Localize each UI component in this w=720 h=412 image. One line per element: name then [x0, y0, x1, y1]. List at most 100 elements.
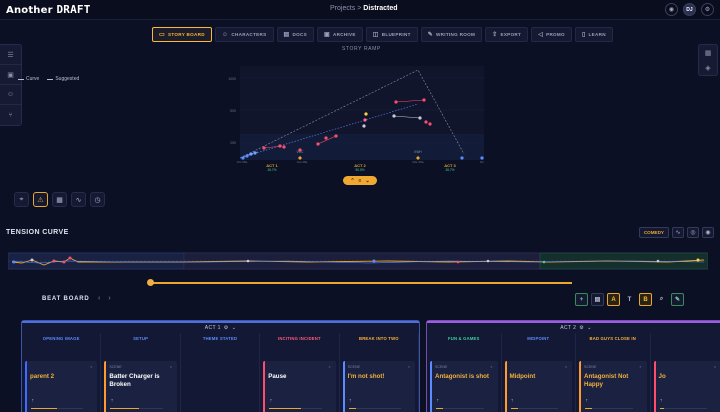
chevron-right-icon[interactable]: › — [108, 295, 110, 302]
legend-suggested[interactable]: Suggested — [47, 76, 79, 82]
branch-icon[interactable]: ⑂ — [0, 105, 21, 125]
ramp-point[interactable] — [249, 152, 253, 156]
tension-point[interactable] — [52, 259, 56, 263]
ramp-point[interactable] — [394, 100, 398, 104]
beat-column[interactable]: BREAK INTO TWO SCENE × I'm not shot! ⇡ — [340, 333, 420, 412]
close-icon[interactable]: × — [714, 365, 716, 369]
tab-export[interactable]: ⇪ EXPORT — [485, 27, 529, 42]
beat-column[interactable]: THEME STATED — [181, 333, 261, 412]
drag-handle-icon[interactable]: ⇡ — [585, 398, 588, 403]
grid-view-icon[interactable]: ▦ — [52, 192, 67, 207]
drag-handle-icon[interactable]: ⇡ — [31, 398, 34, 403]
beat-card[interactable]: × Jo ⇡ — [653, 361, 720, 412]
tension-curve-chart[interactable] — [8, 252, 708, 270]
bold-button[interactable]: B — [639, 293, 652, 306]
tab-archive[interactable]: ▣ ARCHIVE — [316, 27, 363, 42]
beat-column[interactable]: BAD GUYS CLOSE IN SCENE × Antagonist Not Ha… — [576, 333, 651, 412]
text-size-button[interactable]: A — [607, 293, 620, 306]
tab-learn[interactable]: ▯ LEARN — [574, 27, 613, 42]
close-icon[interactable]: × — [565, 365, 567, 369]
timeline-scrubber-track[interactable] — [150, 282, 572, 284]
ramp-point[interactable] — [460, 156, 464, 160]
beat-column[interactable]: FUN & GAMES SCENE × Antagonist is shot ⇡ — [427, 333, 502, 412]
ramp-point[interactable] — [262, 146, 266, 150]
list-view-icon[interactable]: ▤ — [591, 293, 604, 306]
tension-point[interactable] — [372, 259, 376, 263]
ramp-point[interactable] — [422, 98, 426, 102]
layout-icon[interactable]: ▣ — [0, 65, 21, 85]
act-1-header[interactable]: ACT 1 ⚙ ⌄ — [22, 321, 419, 333]
tension-point[interactable] — [62, 260, 66, 264]
warning-icon[interactable]: ⚠ — [33, 192, 48, 207]
chevron-down-icon[interactable]: ⌄ — [232, 325, 237, 331]
pulse-icon[interactable]: ∿ — [672, 227, 684, 238]
timeline-scrubber-handle[interactable] — [147, 279, 154, 286]
chevron-down-icon[interactable]: ⌄ — [587, 325, 592, 331]
close-icon[interactable]: × — [408, 365, 410, 369]
wave-icon[interactable]: ∿ — [71, 192, 86, 207]
tension-point[interactable] — [12, 260, 16, 264]
beat-column[interactable]: MIDPOINT × Midpoint ⇡ — [502, 333, 576, 412]
beat-card[interactable]: × Pause ⇡ — [263, 361, 336, 412]
ramp-point[interactable] — [424, 120, 428, 124]
ramp-point[interactable] — [316, 142, 320, 146]
clock-icon[interactable]: ◷ — [90, 192, 105, 207]
gear-icon[interactable]: ⚙ — [579, 325, 584, 331]
beat-card[interactable]: SCENE × Batter Charger is Broken ⇡ — [104, 361, 177, 412]
drag-handle-icon[interactable]: ⇡ — [110, 398, 113, 403]
beat-card[interactable]: SCENE × Antagonist Not Happy ⇡ — [579, 361, 647, 412]
beat-card[interactable]: SCENE × Antagonist is shot ⇡ — [430, 361, 498, 412]
drag-handle-icon[interactable]: ⇡ — [436, 398, 439, 403]
close-icon[interactable]: × — [90, 365, 92, 369]
settings-icon[interactable]: ⚙ — [701, 3, 714, 16]
ramp-point[interactable] — [428, 122, 432, 126]
close-icon[interactable]: × — [329, 365, 331, 369]
tension-point[interactable] — [542, 260, 546, 264]
drag-handle-icon[interactable]: ⇡ — [269, 398, 272, 403]
close-icon[interactable]: × — [490, 365, 492, 369]
ramp-collapse-toggle[interactable]: ⌃ ≡ ⌄ — [343, 176, 377, 185]
tension-point[interactable] — [246, 259, 250, 263]
story-ramp-chart[interactable]: 1000 500 250 VOC KWH Oct 28a Jan 28a Mar — [228, 62, 490, 172]
ramp-point[interactable] — [278, 144, 282, 148]
genre-badge[interactable]: COMEDY — [638, 227, 669, 238]
ramp-point[interactable] — [253, 151, 257, 155]
tension-point[interactable] — [30, 258, 34, 262]
avatar[interactable]: DJ — [683, 3, 696, 16]
tab-blueprint[interactable]: ◫ BLUEPRINT — [365, 27, 418, 42]
tension-point[interactable] — [696, 258, 700, 262]
ramp-point[interactable] — [392, 114, 396, 118]
beat-column[interactable]: OPENING IMAGE × parent 2 ⇡ — [22, 333, 102, 412]
gear-icon[interactable]: ⚙ — [224, 325, 229, 331]
add-beat-button[interactable]: + — [575, 293, 588, 306]
tab-characters[interactable]: ☺ CHARACTERS — [214, 27, 274, 42]
beat-card[interactable]: × parent 2 ⇡ — [25, 361, 98, 412]
ramp-point[interactable] — [334, 134, 338, 138]
ramp-point[interactable] — [324, 136, 328, 140]
ramp-point[interactable] — [362, 124, 366, 128]
sliders-icon[interactable]: ☰ — [0, 45, 21, 65]
tab-promo[interactable]: ◁ PROMO — [531, 27, 572, 42]
layers-icon[interactable]: ◈ — [699, 60, 717, 75]
search-icon[interactable]: ⌕ — [655, 293, 668, 306]
act-2-header[interactable]: ACT 2 ⚙ ⌄ — [427, 321, 720, 333]
app-logo[interactable]: Another DRAFT — [6, 3, 91, 16]
beat-column[interactable]: INCITING INCIDENT × Pause ⇡ — [260, 333, 340, 412]
tension-point[interactable] — [456, 260, 460, 264]
legend-curve[interactable]: Curve — [18, 76, 39, 82]
ramp-point[interactable] — [245, 154, 249, 158]
tab-writing-room[interactable]: ✎ WRITING ROOM — [420, 27, 483, 42]
drag-handle-icon[interactable]: ⇡ — [660, 398, 663, 403]
beat-column[interactable]: SETUP SCENE × Batter Charger is Broken ⇡ — [101, 333, 181, 412]
close-icon[interactable]: × — [170, 365, 172, 369]
text-style-button[interactable]: T — [623, 293, 636, 306]
notification-icon[interactable]: ◉ — [665, 3, 678, 16]
drag-handle-icon[interactable]: ⇡ — [511, 398, 514, 403]
close-icon[interactable]: × — [639, 365, 641, 369]
ramp-point[interactable] — [364, 112, 368, 116]
chevron-left-icon[interactable]: ‹ — [98, 295, 100, 302]
edit-icon[interactable]: ✎ — [671, 293, 684, 306]
target-icon[interactable]: ◎ — [687, 227, 699, 238]
ramp-point[interactable] — [282, 145, 286, 149]
ramp-point[interactable] — [418, 116, 422, 120]
